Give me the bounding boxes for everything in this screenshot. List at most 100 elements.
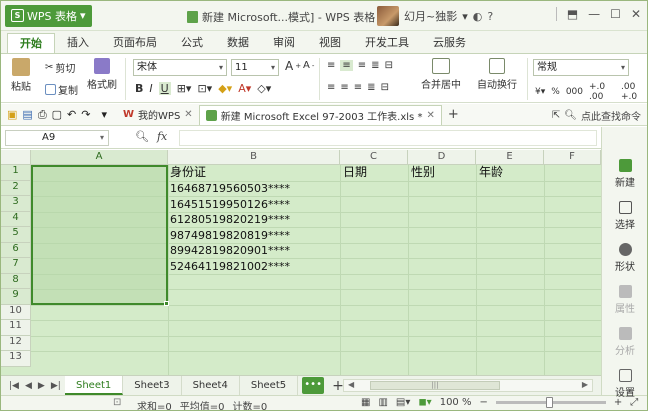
- reading-mode-icon[interactable]: ◼▾: [418, 397, 431, 408]
- command-search[interactable]: ⇱ 🔍︎ 点此查找命令: [552, 108, 641, 123]
- align-bottom-icon[interactable]: ≡: [358, 60, 366, 71]
- cell-b4[interactable]: 61280519820219****: [170, 212, 290, 227]
- cut-button[interactable]: ✂ 剪切: [45, 60, 75, 75]
- align-right-icon[interactable]: ≡: [354, 82, 362, 93]
- indent-icon[interactable]: ⊟: [385, 60, 393, 71]
- align-center-icon[interactable]: ≡: [340, 82, 348, 93]
- row-header[interactable]: 9: [1, 289, 31, 305]
- align-middle-icon[interactable]: ≡: [340, 60, 353, 71]
- close-icon[interactable]: ✕: [426, 110, 434, 121]
- decrease-decimal-button[interactable]: .00 +.0: [621, 82, 647, 102]
- print-preview-icon[interactable]: ▢: [52, 108, 62, 121]
- bold-button[interactable]: B: [135, 82, 143, 95]
- column-header-f[interactable]: F: [544, 150, 601, 165]
- zoom-formula-icon[interactable]: 🔍︎: [135, 130, 149, 143]
- restore-layout-icon[interactable]: ⬒: [567, 7, 578, 21]
- scroll-thumb[interactable]: |||: [370, 381, 500, 390]
- tab-page-layout[interactable]: 页面布局: [101, 33, 169, 53]
- sheet-tab-sheet1[interactable]: Sheet1: [65, 376, 124, 395]
- increase-decimal-button[interactable]: +.0 .00: [589, 82, 615, 102]
- sheet-tab-sheet5[interactable]: Sheet5: [240, 376, 299, 395]
- next-sheet-icon[interactable]: ▶: [38, 381, 45, 391]
- underline-button[interactable]: U: [158, 82, 171, 95]
- side-select-button[interactable]: 选择: [602, 201, 647, 231]
- layout-icon[interactable]: ⊡: [113, 397, 121, 408]
- comma-button[interactable]: 000: [566, 87, 583, 97]
- avatar[interactable]: [377, 6, 399, 26]
- distributed-icon[interactable]: ⊟: [381, 82, 389, 93]
- paste-button[interactable]: 粘贴: [11, 58, 31, 93]
- fill-color-icon[interactable]: ◆▾: [218, 82, 232, 95]
- font-size-select[interactable]: 11 ▾: [231, 59, 279, 76]
- cell-selection[interactable]: [31, 165, 168, 305]
- side-settings-button[interactable]: 设置: [602, 369, 647, 399]
- tab-insert[interactable]: 插入: [55, 33, 101, 53]
- page-break-view-icon[interactable]: ▤▾: [396, 397, 410, 408]
- open-icon[interactable]: ▣: [7, 108, 17, 121]
- row-header[interactable]: 6: [1, 242, 31, 258]
- cell-d1[interactable]: 性别: [411, 165, 435, 180]
- row-header[interactable]: 3: [1, 196, 31, 212]
- grow-font-button[interactable]: A +: [285, 59, 301, 73]
- shrink-font-button[interactable]: A-: [303, 60, 314, 71]
- cell-b1[interactable]: 身份证: [170, 165, 206, 180]
- side-property-button[interactable]: 属性: [602, 285, 647, 315]
- column-header-a[interactable]: A: [31, 150, 168, 165]
- select-all-corner[interactable]: [1, 150, 31, 165]
- column-header-e[interactable]: E: [476, 150, 544, 165]
- first-sheet-icon[interactable]: |◀: [9, 381, 19, 391]
- tab-data[interactable]: 数据: [215, 33, 261, 53]
- side-shape-button[interactable]: 形状: [602, 243, 647, 273]
- row-header[interactable]: 2: [1, 180, 31, 196]
- tab-developer[interactable]: 开发工具: [353, 33, 421, 53]
- merge-cells-icon[interactable]: ⊡▾: [197, 82, 212, 95]
- user-name[interactable]: 幻月~独影: [404, 8, 457, 24]
- cell-b2[interactable]: 16468719560503****: [170, 181, 290, 196]
- column-header-d[interactable]: D: [408, 150, 476, 165]
- italic-button[interactable]: I: [149, 82, 152, 95]
- side-new-button[interactable]: 新建: [602, 159, 647, 189]
- tab-formulas[interactable]: 公式: [169, 33, 215, 53]
- user-account[interactable]: 幻月~独影 ▾ ◐ ?: [377, 6, 493, 26]
- zoom-slider[interactable]: [495, 397, 606, 408]
- row-header[interactable]: 12: [1, 335, 31, 351]
- cell-c1[interactable]: 日期: [343, 165, 367, 180]
- undo-icon[interactable]: ↶: [67, 108, 76, 121]
- doc-tab-file[interactable]: 新建 Microsoft Excel 97-2003 工作表.xls * ✕: [198, 104, 442, 125]
- percent-button[interactable]: %: [551, 87, 560, 97]
- prev-sheet-icon[interactable]: ◀: [25, 381, 32, 391]
- fill-handle[interactable]: [164, 301, 169, 306]
- redo-icon[interactable]: ↷: [81, 108, 90, 121]
- column-header-b[interactable]: B: [168, 150, 340, 165]
- justify-icon[interactable]: ≣: [367, 82, 375, 93]
- doc-tab-home[interactable]: W 我的WPS ✕: [117, 105, 199, 125]
- close-button[interactable]: ✕: [631, 7, 641, 21]
- formula-input[interactable]: [179, 130, 597, 146]
- row-header[interactable]: 5: [1, 227, 31, 243]
- zoom-out-icon[interactable]: −: [479, 397, 487, 408]
- number-format-select[interactable]: 常规 ▾: [533, 59, 629, 76]
- row-header[interactable]: 13: [1, 351, 31, 367]
- chevron-down-icon[interactable]: ▾: [101, 108, 107, 121]
- format-painter-button[interactable]: 格式刷: [87, 58, 117, 91]
- align-top-icon[interactable]: ≡: [327, 60, 335, 71]
- new-tab-icon[interactable]: +: [448, 107, 459, 122]
- row-header[interactable]: 10: [1, 304, 31, 320]
- horizontal-scrollbar[interactable]: ◀ ||| ▶: [343, 379, 593, 392]
- align-left-icon[interactable]: ≡: [327, 82, 335, 93]
- skin-icon[interactable]: ◐: [473, 10, 483, 23]
- help-icon[interactable]: ?: [487, 10, 493, 23]
- pin-icon[interactable]: ⇱: [552, 110, 560, 121]
- tab-review[interactable]: 审阅: [261, 33, 307, 53]
- text-direction-icon[interactable]: ≣: [371, 60, 379, 71]
- fx-button[interactable]: fx: [157, 130, 167, 143]
- copy-button[interactable]: 复制: [45, 82, 78, 97]
- tab-view[interactable]: 视图: [307, 33, 353, 53]
- scroll-left-icon[interactable]: ◀: [348, 380, 354, 389]
- normal-view-icon[interactable]: ▦: [361, 397, 370, 408]
- side-analysis-button[interactable]: 分析: [602, 327, 647, 357]
- cell-b6[interactable]: 89942819820901****: [170, 243, 290, 258]
- page-layout-view-icon[interactable]: ▥: [378, 397, 387, 408]
- clear-format-icon[interactable]: ◇▾: [257, 82, 271, 95]
- row-header[interactable]: 1: [1, 165, 31, 181]
